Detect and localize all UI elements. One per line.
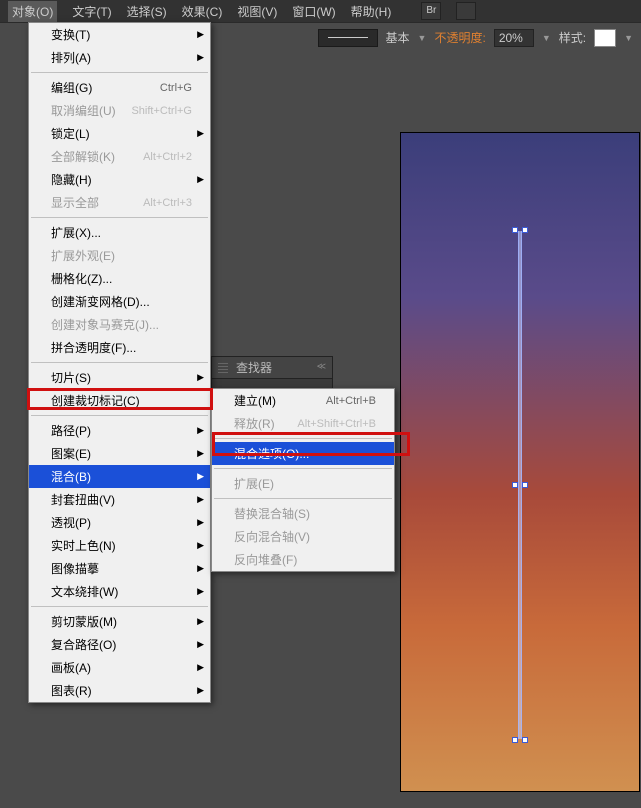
menu-item: 创建对象马赛克(J)... xyxy=(29,313,210,336)
layout-icon[interactable] xyxy=(456,2,476,20)
submenu-arrow-icon: ▶ xyxy=(197,174,204,185)
menu-item[interactable]: 锁定(L)▶ xyxy=(29,122,210,145)
menu-item[interactable]: 创建裁切标记(C) xyxy=(29,389,210,412)
menu-window[interactable]: 窗口(W) xyxy=(292,3,335,20)
menu-item[interactable]: 图表(R)▶ xyxy=(29,679,210,702)
menu-effect[interactable]: 效果(C) xyxy=(182,3,223,20)
chevron-down-icon[interactable]: ▼ xyxy=(624,33,633,43)
menu-item: 反向堆叠(F) xyxy=(212,548,394,571)
submenu-arrow-icon: ▶ xyxy=(197,685,204,696)
collapse-icon[interactable]: ≪ xyxy=(317,361,326,372)
submenu-arrow-icon: ▶ xyxy=(197,540,204,551)
selected-object[interactable] xyxy=(516,231,524,739)
menu-item[interactable]: 剪切蒙版(M)▶ xyxy=(29,610,210,633)
menu-separator xyxy=(214,468,392,469)
submenu-arrow-icon: ▶ xyxy=(197,372,204,383)
menu-separator xyxy=(31,72,208,73)
menu-item: 扩展外观(E) xyxy=(29,244,210,267)
menu-item: 扩展(E) xyxy=(212,472,394,495)
menu-item[interactable]: 创建渐变网格(D)... xyxy=(29,290,210,313)
menu-item[interactable]: 隐藏(H)▶ xyxy=(29,168,210,191)
resize-handle[interactable] xyxy=(512,737,518,743)
menu-object[interactable]: 对象(O) xyxy=(8,1,57,22)
submenu-arrow-icon: ▶ xyxy=(197,586,204,597)
stroke-style-label: 基本 xyxy=(386,29,410,46)
stroke-preview[interactable] xyxy=(318,29,378,47)
menu-item[interactable]: 文本绕排(W)▶ xyxy=(29,580,210,603)
menu-item: 全部解锁(K)Alt+Ctrl+2 xyxy=(29,145,210,168)
menu-item[interactable]: 混合选项(O)... xyxy=(212,442,394,465)
bridge-icon[interactable]: Br xyxy=(421,2,441,20)
menu-item: 反向混合轴(V) xyxy=(212,525,394,548)
submenu-arrow-icon: ▶ xyxy=(197,128,204,139)
panel-title: 查找器 xyxy=(236,359,272,376)
menu-item[interactable]: 排列(A)▶ xyxy=(29,46,210,69)
opacity-label: 不透明度: xyxy=(434,29,485,46)
menu-item[interactable]: 变换(T)▶ xyxy=(29,23,210,46)
submenu-arrow-icon: ▶ xyxy=(197,563,204,574)
menu-separator xyxy=(31,217,208,218)
style-swatch[interactable] xyxy=(594,29,616,47)
submenu-arrow-icon: ▶ xyxy=(197,494,204,505)
menu-separator xyxy=(214,498,392,499)
submenu-arrow-icon: ▶ xyxy=(197,471,204,482)
menu-separator xyxy=(214,438,392,439)
menu-item[interactable]: 图像描摹▶ xyxy=(29,557,210,580)
menu-separator xyxy=(31,415,208,416)
menu-item: 显示全部Alt+Ctrl+3 xyxy=(29,191,210,214)
menu-item: 替换混合轴(S) xyxy=(212,502,394,525)
menu-separator xyxy=(31,606,208,607)
menu-item[interactable]: 扩展(X)... xyxy=(29,221,210,244)
submenu-arrow-icon: ▶ xyxy=(197,639,204,650)
menu-item[interactable]: 编组(G)Ctrl+G xyxy=(29,76,210,99)
menu-item[interactable]: 混合(B)▶ xyxy=(29,465,210,488)
resize-handle[interactable] xyxy=(522,482,528,488)
submenu-arrow-icon: ▶ xyxy=(197,52,204,63)
resize-handle[interactable] xyxy=(522,227,528,233)
submenu-arrow-icon: ▶ xyxy=(197,448,204,459)
menu-view[interactable]: 视图(V) xyxy=(237,3,277,20)
artboard xyxy=(400,132,640,792)
menu-text[interactable]: 文字(T) xyxy=(72,3,111,20)
menubar: 对象(O) 文字(T) 选择(S) 效果(C) 视图(V) 窗口(W) 帮助(H… xyxy=(0,0,641,22)
resize-handle[interactable] xyxy=(512,482,518,488)
chevron-down-icon[interactable]: ▼ xyxy=(542,33,551,43)
style-label: 样式: xyxy=(559,29,586,46)
menu-item: 释放(R)Alt+Shift+Ctrl+B xyxy=(212,412,394,435)
object-menu-dropdown: 变换(T)▶排列(A)▶ 编组(G)Ctrl+G取消编组(U)Shift+Ctrl… xyxy=(28,22,211,703)
panel-grip-icon[interactable] xyxy=(218,363,228,373)
menu-item[interactable]: 封套扭曲(V)▶ xyxy=(29,488,210,511)
opacity-field[interactable]: 20% xyxy=(494,29,534,47)
menu-item[interactable]: 建立(M)Alt+Ctrl+B xyxy=(212,389,394,412)
menu-item[interactable]: 实时上色(N)▶ xyxy=(29,534,210,557)
menu-separator xyxy=(31,362,208,363)
submenu-arrow-icon: ▶ xyxy=(197,425,204,436)
menu-item[interactable]: 图案(E)▶ xyxy=(29,442,210,465)
menu-item: 取消编组(U)Shift+Ctrl+G xyxy=(29,99,210,122)
submenu-arrow-icon: ▶ xyxy=(197,616,204,627)
chevron-down-icon[interactable]: ▼ xyxy=(418,33,427,43)
menu-item[interactable]: 切片(S)▶ xyxy=(29,366,210,389)
submenu-arrow-icon: ▶ xyxy=(197,29,204,40)
menu-item[interactable]: 拼合透明度(F)... xyxy=(29,336,210,359)
menu-item[interactable]: 画板(A)▶ xyxy=(29,656,210,679)
menu-select[interactable]: 选择(S) xyxy=(127,3,167,20)
menu-item[interactable]: 栅格化(Z)... xyxy=(29,267,210,290)
submenu-arrow-icon: ▶ xyxy=(197,517,204,528)
menu-item[interactable]: 路径(P)▶ xyxy=(29,419,210,442)
menu-item[interactable]: 透视(P)▶ xyxy=(29,511,210,534)
menu-help[interactable]: 帮助(H) xyxy=(351,3,392,20)
submenu-arrow-icon: ▶ xyxy=(197,662,204,673)
blend-submenu: 建立(M)Alt+Ctrl+B释放(R)Alt+Shift+Ctrl+B 混合选项… xyxy=(211,388,395,572)
resize-handle[interactable] xyxy=(512,227,518,233)
menu-item[interactable]: 复合路径(O)▶ xyxy=(29,633,210,656)
resize-handle[interactable] xyxy=(522,737,528,743)
